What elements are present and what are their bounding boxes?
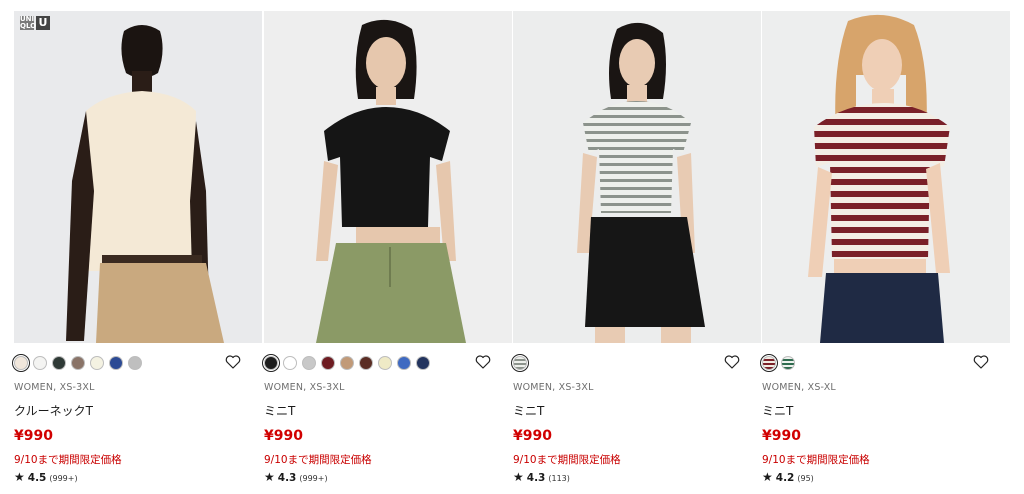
color-swatches (12, 354, 142, 372)
product-card[interactable]: WOMEN, XS-3XL ミニT ¥990 9/10まで期間限定価格 ★ 4.… (262, 0, 512, 494)
color-swatch[interactable] (321, 356, 335, 370)
gender-size: WOMEN, XS-3XL (513, 382, 594, 393)
color-swatches (760, 354, 795, 372)
product-name[interactable]: クルーネックT (14, 402, 93, 419)
product-price: ¥990 (264, 428, 303, 444)
review-count: (999+) (49, 474, 78, 483)
product-name[interactable]: ミニT (762, 402, 793, 419)
rating: ★ 4.2 (95) (762, 470, 814, 484)
product-card[interactable]: UNI QLO U WOMEN, XS-3XL クルーネックT ¥990 9/1… (12, 0, 262, 494)
promo-text: 9/10まで期間限定価格 (14, 454, 122, 466)
heart-outline-icon[interactable] (972, 353, 990, 371)
product-image[interactable]: UNI QLO U (14, 11, 262, 343)
product-image[interactable] (513, 11, 761, 343)
gender-size: WOMEN, XS-3XL (264, 382, 345, 393)
rating: ★ 4.3 (999+) (264, 470, 328, 484)
promo-text: 9/10まで期間限定価格 (762, 454, 870, 466)
color-swatch[interactable] (340, 356, 354, 370)
star-icon: ★ (513, 470, 524, 484)
heart-outline-icon[interactable] (474, 353, 492, 371)
color-swatch[interactable] (71, 356, 85, 370)
gender-size: WOMEN, XS-XL (762, 382, 836, 393)
product-card[interactable]: WOMEN, XS-3XL ミニT ¥990 9/10まで期間限定価格 ★ 4.… (511, 0, 761, 494)
color-swatches (511, 354, 529, 372)
rating-score: 4.3 (526, 472, 546, 484)
gender-size: WOMEN, XS-3XL (14, 382, 95, 393)
color-swatch-stripe-gray[interactable] (511, 354, 529, 372)
heart-outline-icon[interactable] (723, 353, 741, 371)
u-logo: U (36, 16, 50, 30)
product-price: ¥990 (14, 428, 53, 444)
product-image[interactable] (762, 11, 1010, 343)
color-swatch[interactable] (397, 356, 411, 370)
promo-text: 9/10まで期間限定価格 (513, 454, 621, 466)
uniqlo-logo: UNI QLO (20, 15, 37, 30)
product-grid: UNI QLO U WOMEN, XS-3XL クルーネックT ¥990 9/1… (0, 0, 1024, 494)
color-swatch[interactable] (12, 354, 30, 372)
product-card[interactable]: WOMEN, XS-XL ミニT ¥990 9/10まで期間限定価格 ★ 4.2… (760, 0, 1010, 494)
color-swatch[interactable] (416, 356, 430, 370)
product-image[interactable] (264, 11, 512, 343)
color-swatch[interactable] (359, 356, 373, 370)
color-swatch[interactable] (52, 356, 66, 370)
star-icon: ★ (14, 470, 25, 484)
color-swatch[interactable] (109, 356, 123, 370)
color-swatch-stripe-burgundy[interactable] (760, 354, 778, 372)
review-count: (95) (797, 474, 814, 483)
star-icon: ★ (762, 470, 773, 484)
color-swatch[interactable] (283, 356, 297, 370)
color-swatch[interactable] (90, 356, 104, 370)
color-swatch[interactable] (378, 356, 392, 370)
promo-text: 9/10まで期間限定価格 (264, 454, 372, 466)
color-swatch[interactable] (302, 356, 316, 370)
rating-score: 4.2 (775, 472, 795, 484)
product-name[interactable]: ミニT (264, 402, 295, 419)
product-price: ¥990 (513, 428, 552, 444)
brand-logo: UNI QLO U (20, 16, 50, 30)
rating: ★ 4.5 (999+) (14, 470, 78, 484)
color-swatch[interactable] (33, 356, 47, 370)
rating-score: 4.3 (277, 472, 297, 484)
review-count: (113) (548, 474, 570, 483)
color-swatch[interactable] (262, 354, 280, 372)
rating: ★ 4.3 (113) (513, 470, 570, 484)
review-count: (999+) (299, 474, 328, 483)
star-icon: ★ (264, 470, 275, 484)
product-price: ¥990 (762, 428, 801, 444)
rating-score: 4.5 (27, 472, 47, 484)
heart-outline-icon[interactable] (224, 353, 242, 371)
color-swatch[interactable] (128, 356, 142, 370)
color-swatches (262, 354, 430, 372)
color-swatch-stripe-green[interactable] (781, 356, 795, 370)
product-name[interactable]: ミニT (513, 402, 544, 419)
